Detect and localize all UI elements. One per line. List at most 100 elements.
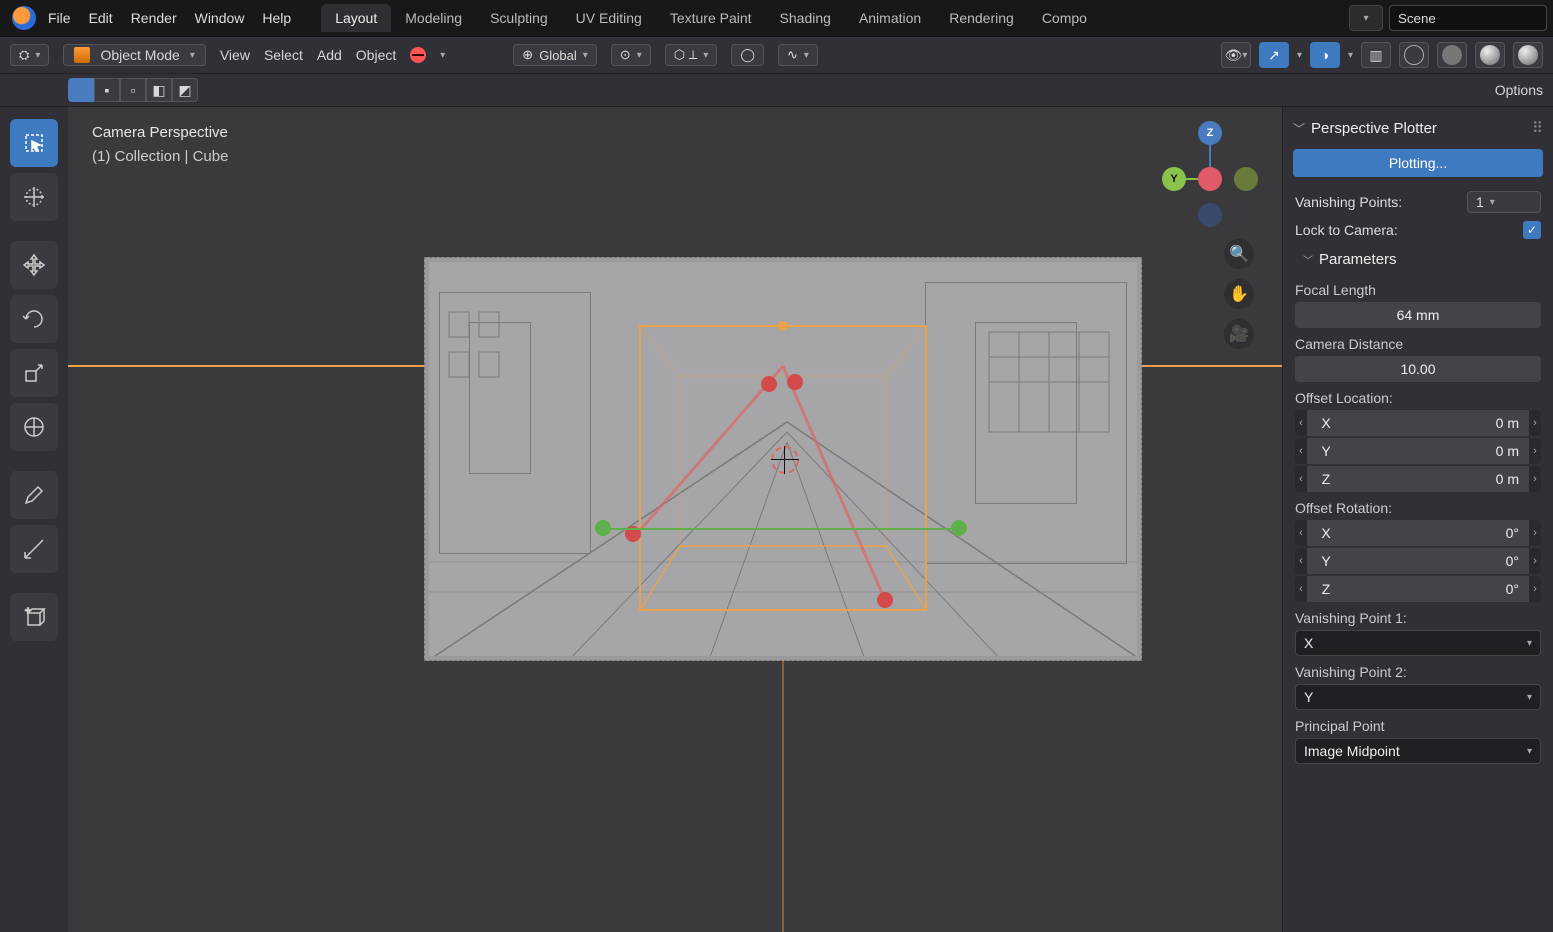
tool-scale[interactable] xyxy=(10,349,58,397)
3d-viewport[interactable]: Camera Perspective (1) Collection | Cube xyxy=(68,107,1282,932)
workspace-tabs: Layout Modeling Sculpting UV Editing Tex… xyxy=(321,4,1101,32)
tool-cursor[interactable] xyxy=(10,173,58,221)
overlay-toggle[interactable]: ◑ xyxy=(1310,42,1340,68)
tool-add-cube[interactable]: + xyxy=(10,593,58,641)
interaction-mode-dropdown[interactable]: Object Mode ▾ xyxy=(63,44,205,66)
tab-texture-paint[interactable]: Texture Paint xyxy=(656,4,766,32)
proportional-edit-toggle[interactable]: ◯ xyxy=(731,44,764,66)
select-mode-group: ▪ ▫ ◧ ◩ xyxy=(68,78,198,102)
principal-point-label: Principal Point xyxy=(1289,712,1547,736)
offset-rotation-label: Offset Rotation: xyxy=(1289,494,1547,518)
horizon-handle-right[interactable] xyxy=(951,520,967,536)
tab-animation[interactable]: Animation xyxy=(845,4,935,32)
menu-edit[interactable]: Edit xyxy=(89,10,113,26)
tool-rotate[interactable] xyxy=(10,295,58,343)
select-mode-intersect[interactable]: ◩ xyxy=(172,78,198,102)
scene-name-input[interactable] xyxy=(1389,5,1547,31)
offset-location-y[interactable]: ‹Y0 m› xyxy=(1295,438,1541,464)
tool-measure[interactable] xyxy=(10,525,58,573)
proportional-falloff-dropdown[interactable]: ∿▾ xyxy=(778,44,818,66)
zoom-button[interactable]: 🔍 xyxy=(1224,239,1254,269)
menu-help[interactable]: Help xyxy=(262,10,291,26)
tab-modeling[interactable]: Modeling xyxy=(391,4,476,32)
principal-point-dropdown[interactable]: Image Midpoint▾ xyxy=(1295,738,1541,764)
lock-camera-checkbox[interactable]: ✓ xyxy=(1523,221,1541,239)
chevron-down-icon: ﹀ xyxy=(1293,120,1305,137)
svg-text:+: + xyxy=(25,606,31,617)
visibility-dropdown[interactable]: 👁▾ xyxy=(1221,42,1251,68)
tab-shading[interactable]: Shading xyxy=(766,4,845,32)
gizmo-neg-axis-1[interactable] xyxy=(1234,167,1258,191)
editor-type-dropdown[interactable]: ⛭▾ xyxy=(10,44,49,66)
top-menu-bar: File Edit Render Window Help Layout Mode… xyxy=(0,0,1553,37)
vanishing-point-2-dropdown[interactable]: Y▾ xyxy=(1295,684,1541,710)
shading-rendered[interactable] xyxy=(1513,42,1543,68)
gizmo-neg-axis-2[interactable] xyxy=(1198,203,1222,227)
select-mode-extend[interactable]: ▪ xyxy=(94,78,120,102)
horizon-guide-green xyxy=(603,528,963,530)
gizmo-y-axis[interactable]: Y xyxy=(1162,167,1186,191)
guide-endpoint-2[interactable] xyxy=(877,592,893,608)
tool-annotate[interactable] xyxy=(10,471,58,519)
vanishing-points-label: Vanishing Points: xyxy=(1295,194,1402,210)
camera-view-button[interactable]: 🎥 xyxy=(1224,319,1254,349)
tool-select-box[interactable] xyxy=(10,119,58,167)
gizmo-toggle[interactable]: ↗ xyxy=(1259,42,1289,68)
vertical-guide xyxy=(782,659,784,932)
object-mode-icon xyxy=(74,47,90,63)
vanishing-points-dropdown[interactable]: 1▾ xyxy=(1467,191,1541,213)
tab-layout[interactable]: Layout xyxy=(321,4,391,32)
camera-frame xyxy=(424,257,1142,661)
tool-settings-icon[interactable] xyxy=(410,47,426,63)
vanishing-point-1-label: Vanishing Point 1: xyxy=(1289,604,1547,628)
vanishing-point-handle-1a[interactable] xyxy=(761,376,777,392)
focal-length-label: Focal Length xyxy=(1289,276,1547,300)
shading-material[interactable] xyxy=(1475,42,1505,68)
menu-view[interactable]: View xyxy=(220,47,250,63)
select-mode-new[interactable] xyxy=(68,78,94,102)
offset-location-x[interactable]: ‹X0 m› xyxy=(1295,410,1541,436)
menu-add[interactable]: Add xyxy=(317,47,342,63)
menu-select[interactable]: Select xyxy=(264,47,303,63)
viewport-hud: Camera Perspective (1) Collection | Cube xyxy=(92,121,228,169)
cube-origin-dot xyxy=(778,321,788,331)
snap-toggle[interactable]: ⬡ ⟂▾ xyxy=(665,44,718,66)
vanishing-point-1-dropdown[interactable]: X▾ xyxy=(1295,630,1541,656)
tool-move[interactable] xyxy=(10,241,58,289)
menu-window[interactable]: Window xyxy=(195,10,245,26)
pivot-dropdown[interactable]: ⊙▾ xyxy=(611,44,651,66)
tab-uv-editing[interactable]: UV Editing xyxy=(562,4,656,32)
select-mode-subtract[interactable]: ▫ xyxy=(120,78,146,102)
orientation-dropdown[interactable]: ⊕ Global ▾ xyxy=(513,44,597,66)
tab-sculpting[interactable]: Sculpting xyxy=(476,4,562,32)
scene-dropdown-icon[interactable]: ▾ xyxy=(1349,5,1383,31)
options-button[interactable]: Options xyxy=(1495,82,1543,98)
offset-rotation-x[interactable]: ‹X0°› xyxy=(1295,520,1541,546)
panel-header-perspective-plotter[interactable]: ﹀ Perspective Plotter ⠿ xyxy=(1289,115,1547,147)
menu-object[interactable]: Object xyxy=(356,47,396,63)
menu-file[interactable]: File xyxy=(48,10,71,26)
xray-toggle[interactable]: ▥ xyxy=(1361,42,1391,68)
tab-compositing[interactable]: Compo xyxy=(1028,4,1101,32)
offset-rotation-y[interactable]: ‹Y0°› xyxy=(1295,548,1541,574)
pan-button[interactable]: ✋ xyxy=(1224,279,1254,309)
shading-solid[interactable] xyxy=(1437,42,1467,68)
offset-location-z[interactable]: ‹Z0 m› xyxy=(1295,466,1541,492)
vanishing-point-handle-1b[interactable] xyxy=(787,374,803,390)
offset-rotation-z[interactable]: ‹Z0°› xyxy=(1295,576,1541,602)
plotting-button[interactable]: Plotting... xyxy=(1293,149,1543,177)
drag-handle-icon[interactable]: ⠿ xyxy=(1532,119,1543,137)
navigation-gizmo[interactable]: Z Y xyxy=(1162,121,1258,231)
focal-length-field[interactable]: 64 mm xyxy=(1295,302,1541,328)
gizmo-x-axis[interactable] xyxy=(1198,167,1222,191)
tab-rendering[interactable]: Rendering xyxy=(935,4,1028,32)
menu-render[interactable]: Render xyxy=(131,10,177,26)
chevron-down-icon: ﹀ xyxy=(1303,252,1313,267)
select-mode-invert[interactable]: ◧ xyxy=(146,78,172,102)
gizmo-z-axis[interactable]: Z xyxy=(1198,121,1222,145)
camera-distance-field[interactable]: 10.00 xyxy=(1295,356,1541,382)
horizon-handle-left[interactable] xyxy=(595,520,611,536)
shading-wireframe[interactable] xyxy=(1399,42,1429,68)
tool-transform[interactable] xyxy=(10,403,58,451)
parameters-subheader[interactable]: ﹀ Parameters xyxy=(1289,243,1547,276)
